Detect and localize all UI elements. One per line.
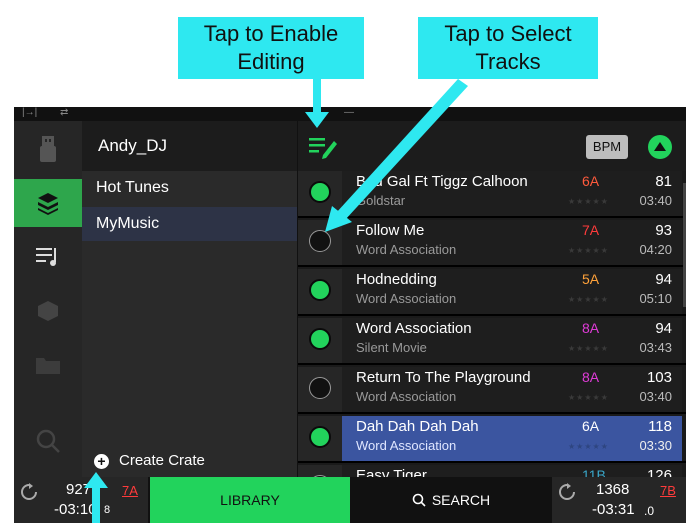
arrow-edit-shaft (313, 79, 321, 115)
arrow-edit-head (305, 112, 329, 128)
arrow-select-shaft (336, 79, 468, 220)
arrow-create-head (84, 472, 108, 488)
callout-arrows (84, 79, 468, 523)
arrow-create-shaft (92, 484, 100, 523)
